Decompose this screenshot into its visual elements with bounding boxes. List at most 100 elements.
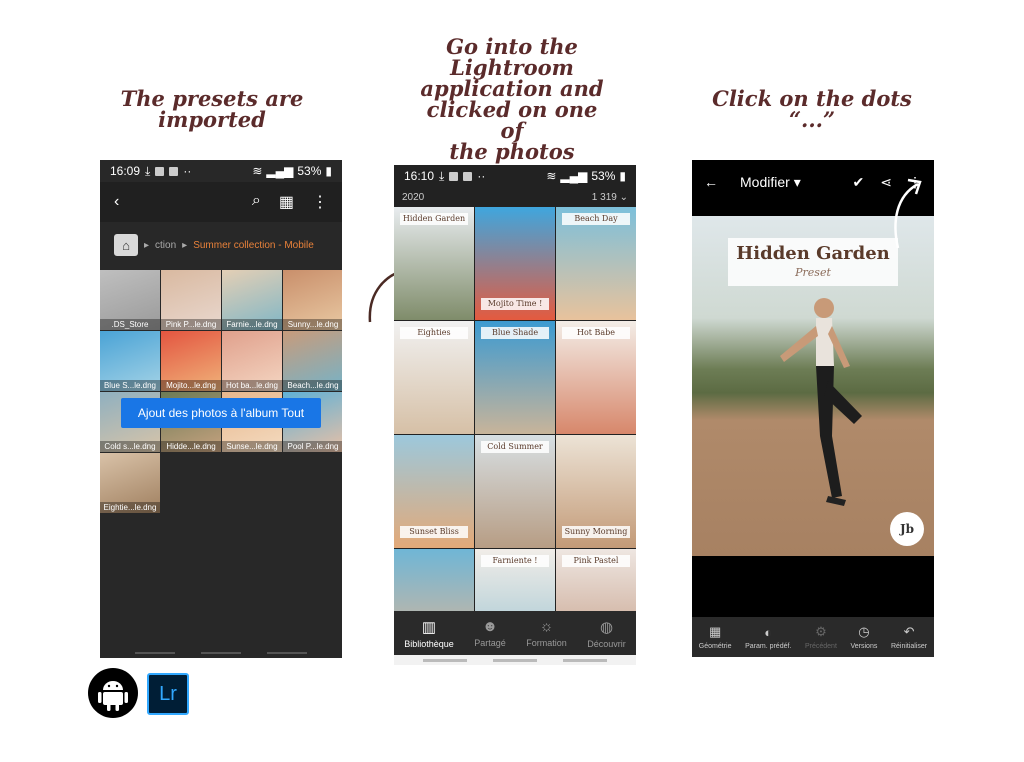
preset-label: Pink Pastel xyxy=(562,555,630,567)
previous-icon: ⚙ xyxy=(815,624,827,639)
check-icon[interactable]: ✔ xyxy=(853,174,865,191)
tool-reset[interactable]: ↶ Réinitialiser xyxy=(891,624,927,650)
lightbulb-icon: ☼ xyxy=(539,618,554,635)
photo-grid: Hidden Garden Mojito Time ! Beach Day Eight… xyxy=(394,207,636,611)
photo-thumbnail[interactable]: Mojito Time ! xyxy=(475,207,555,320)
photo-thumbnail[interactable]: Eighties xyxy=(394,321,474,434)
app-notification-icon xyxy=(463,171,473,181)
preset-label: Mojito Time ! xyxy=(481,298,549,310)
file-thumbnail[interactable]: Blue S...le.dng xyxy=(100,331,160,391)
file-name: Eightie...le.dng xyxy=(100,502,160,513)
photo-thumbnail[interactable]: Beach Day xyxy=(556,207,636,320)
more-notifications-icon: ·· xyxy=(183,164,192,178)
tab-label: Formation xyxy=(526,638,567,648)
file-thumbnail[interactable]: .DS_Store xyxy=(100,270,160,330)
file-thumbnail[interactable]: Sunny...le.dng xyxy=(283,270,342,330)
tab-label: Bibliothèque xyxy=(404,638,454,649)
status-time: 16:10 xyxy=(404,169,435,183)
tool-label: Versions xyxy=(850,643,878,650)
photo-thumbnail[interactable]: Sunset Bliss xyxy=(394,435,474,548)
battery-icon: ▮ xyxy=(325,164,332,178)
history-icon: ◷ xyxy=(858,624,870,639)
search-icon[interactable]: ⌕ xyxy=(252,192,261,212)
caption-presets-imported: The presets are imported xyxy=(120,86,304,132)
navigation-bar xyxy=(394,655,636,665)
tool-presets[interactable]: ◐ Param. prédéf. xyxy=(745,625,791,650)
edit-mode-label: Modifier xyxy=(740,173,790,190)
globe-icon: ◍ xyxy=(599,618,614,636)
file-name: Pool P...le.dng xyxy=(283,441,342,452)
tab-discover[interactable]: ◍ Découvrir xyxy=(587,618,626,649)
file-name: .DS_Store xyxy=(100,319,160,330)
lightroom-logo-icon: Lr xyxy=(147,673,189,715)
tool-previous[interactable]: ⚙ Précédent xyxy=(805,624,837,650)
preset-subtitle: Preset xyxy=(795,266,831,279)
preset-label: Sunset Bliss xyxy=(400,526,468,538)
photo-thumbnail[interactable]: Sunny Morning xyxy=(556,435,636,548)
preset-label: Eighties xyxy=(400,327,468,339)
download-icon: ⤓ xyxy=(439,168,445,183)
tab-shared[interactable]: ☻ Partagé xyxy=(474,618,506,648)
toolbar: ‹ ⌕ ▦ ⋮ xyxy=(100,182,342,222)
home-folder-icon[interactable]: ⌂ xyxy=(114,234,138,256)
photo-thumbnail[interactable]: Pink Pastel xyxy=(556,549,636,611)
android-logo-icon xyxy=(88,668,138,718)
breadcrumb-parent[interactable]: ction xyxy=(155,240,176,251)
file-name: Blue S...le.dng xyxy=(100,380,160,391)
preset-label: Blue Shade xyxy=(481,327,549,339)
more-notifications-icon: ·· xyxy=(477,169,486,183)
curved-arrow-icon xyxy=(894,178,922,249)
battery-icon: ▮ xyxy=(619,169,626,183)
tab-label: Découvrir xyxy=(587,638,626,649)
tool-versions[interactable]: ◷ Versions xyxy=(851,624,878,650)
brand-badge: Jb xyxy=(890,512,924,546)
file-thumbnail[interactable]: Hot ba...le.dng xyxy=(222,331,282,391)
geometry-icon: ▦ xyxy=(708,624,722,639)
tab-library[interactable]: ▥ Bibliothèque xyxy=(404,618,454,649)
lightroom-logo-text: Lr xyxy=(159,682,177,705)
photo-thumbnail[interactable]: Hidden Garden xyxy=(394,207,474,320)
file-name: Pink P...le.dng xyxy=(161,319,221,330)
caption-open-lightroom: Go into the Lightroom application and cl… xyxy=(420,34,604,164)
tool-label: Précédent xyxy=(804,643,837,650)
file-name: Hot ba...le.dng xyxy=(222,380,282,391)
library-icon: ▥ xyxy=(421,618,437,636)
preset-label: Hot Babe xyxy=(562,327,630,339)
file-thumbnail[interactable]: Farnie...le.dng xyxy=(222,270,282,330)
file-name: Sunse...le.dng xyxy=(222,441,282,452)
file-thumbnail[interactable]: Pink P...le.dng xyxy=(161,270,221,330)
app-notification-icon xyxy=(169,166,179,176)
woman-silhouette xyxy=(780,298,862,506)
photo-count-dropdown[interactable]: 1 319 ⌄ xyxy=(592,192,628,203)
photo-thumbnail[interactable] xyxy=(394,549,474,611)
reset-icon: ↶ xyxy=(903,624,915,639)
photo-thumbnail[interactable]: Hot Babe xyxy=(556,321,636,434)
file-thumbnail[interactable]: Eightie...le.dng xyxy=(100,453,160,513)
file-name: Hidde...le.dng xyxy=(161,441,221,452)
preset-label: Hidden Garden xyxy=(400,213,468,225)
photo-thumbnail[interactable]: Cold Summer xyxy=(475,435,555,548)
tab-learn[interactable]: ☼ Formation xyxy=(526,618,567,648)
breadcrumb: ⌂ ▸ ction ▸ Summer collection - Mobile xyxy=(114,230,334,260)
tool-label: Géométrie xyxy=(698,643,732,650)
tab-label: Partagé xyxy=(474,638,506,648)
tool-geometry[interactable]: ▦ Géométrie xyxy=(699,624,732,650)
file-name: Sunny...le.dng xyxy=(283,319,342,330)
preset-title-card: Hidden Garden Preset xyxy=(728,238,898,286)
file-thumbnail[interactable]: Beach...le.dng xyxy=(283,331,342,391)
edit-mode-dropdown[interactable]: Modifier ▾ xyxy=(740,174,801,191)
file-thumbnail[interactable]: Mojito...le.dng xyxy=(161,331,221,391)
phone-file-manager: 16:09 ⤓ ·· ≋ ▂▄▆ 53% ▮ ‹ ⌕ ▦ ⋮ ⌂ ▸ ction… xyxy=(100,160,342,658)
edited-photo: Hidden Garden Preset Jb xyxy=(692,216,934,556)
photo-thumbnail[interactable]: Farniente ! xyxy=(475,549,555,611)
photo-thumbnail[interactable]: Blue Shade xyxy=(475,321,555,434)
add-to-album-button[interactable]: Ajout des photos à l'album Tout xyxy=(121,398,321,428)
phone-lightroom-library: 16:10 ⤓ ·· ≋ ▂▄▆ 53% ▮ 2020 1 319 ⌄ Hidd… xyxy=(394,165,636,665)
grid-view-icon[interactable]: ▦ xyxy=(279,192,294,212)
more-options-icon[interactable]: ⋮ xyxy=(312,192,328,212)
navigation-bar xyxy=(100,648,342,658)
back-icon[interactable]: ‹ xyxy=(114,193,119,211)
back-arrow-icon[interactable]: ← xyxy=(704,174,718,190)
status-bar: 16:09 ⤓ ·· ≋ ▂▄▆ 53% ▮ xyxy=(100,160,342,182)
breadcrumb-arrow-icon: ▸ xyxy=(182,239,188,251)
